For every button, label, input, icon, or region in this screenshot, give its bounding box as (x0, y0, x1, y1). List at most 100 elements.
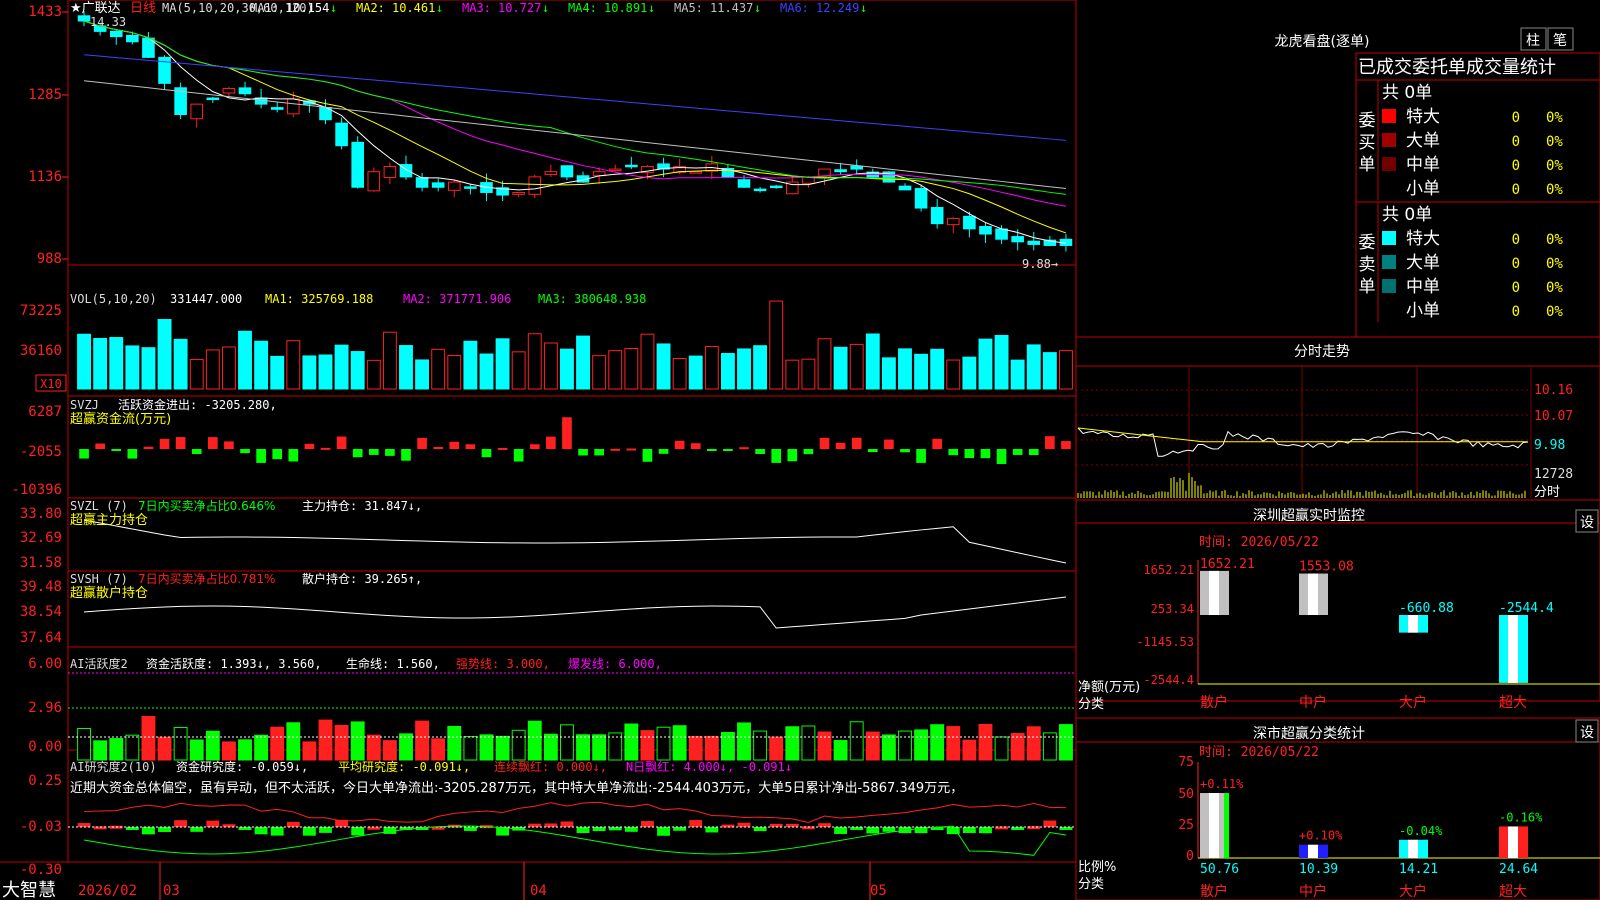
ai-research-bar (528, 823, 542, 827)
svzj-bar (787, 449, 798, 462)
candle-body[interactable] (512, 191, 525, 195)
volume-bar (1059, 350, 1073, 390)
classify-category: 中户 (1299, 883, 1327, 900)
ai-research-bar (979, 827, 992, 834)
volume-bar (382, 331, 397, 390)
candle-body[interactable] (367, 171, 381, 192)
candle-body[interactable] (528, 176, 542, 195)
svsh-hold: 散户持仓: 39.265↑, (302, 571, 422, 586)
svzj-bar (932, 438, 943, 449)
candle-body[interactable] (287, 98, 300, 115)
candle-body[interactable] (1027, 240, 1041, 245)
candle-body[interactable] (383, 165, 397, 179)
candle-body[interactable] (77, 15, 91, 22)
ai-active-bar (543, 733, 558, 761)
svzj-bar (884, 439, 894, 449)
candle-body[interactable] (351, 141, 364, 188)
candle-body[interactable] (190, 103, 204, 120)
candle-body[interactable] (544, 171, 558, 175)
svzj-bar (867, 449, 878, 453)
ai-active-bar (382, 740, 397, 761)
vol-tick: 36160 (20, 343, 62, 359)
candle-body[interactable] (464, 186, 477, 189)
svzj-bar (288, 449, 299, 462)
ai-research-tick: -0.03 (20, 819, 62, 835)
classify-change-label: +0.11% (1200, 777, 1244, 791)
volume-bar (463, 340, 478, 390)
svzj-bar (723, 449, 733, 451)
volume-bar (849, 343, 864, 390)
ai-research-cont: 连续飘红: 0.000↓, (494, 759, 607, 774)
candle-body[interactable] (995, 228, 1008, 240)
ai-active-bar (785, 726, 800, 761)
candle-body[interactable] (608, 168, 622, 172)
candle-body[interactable] (238, 87, 252, 95)
svzj-bar (851, 437, 862, 449)
svzj-bar (320, 447, 331, 450)
candle-body[interactable] (1011, 236, 1024, 243)
svzj-bar (578, 449, 588, 456)
monitor-value-label: -2544.4 (1499, 601, 1554, 616)
candle-body[interactable] (270, 107, 284, 110)
candle-body[interactable] (335, 122, 348, 147)
classify-category: 大户 (1399, 883, 1427, 900)
candle-body[interactable] (979, 226, 992, 235)
brand-logo: 大智慧 (2, 880, 56, 900)
ma-line-1 (83, 20, 1067, 244)
monitor-bar-highlight (1408, 615, 1418, 633)
classify-bar-edge (1523, 826, 1528, 858)
candle-body[interactable] (415, 177, 429, 188)
candle-body[interactable] (625, 164, 638, 168)
sell-side-row-name: 中单 (1406, 277, 1440, 297)
ma-arrow-6: ↓ (860, 1, 867, 15)
ai-research-bar (319, 827, 332, 833)
svzj-bar (739, 447, 749, 450)
classify-change-label: +0.10% (1299, 829, 1343, 843)
sell-side-row-name: 小单 (1406, 301, 1440, 321)
volume-bar (270, 355, 285, 390)
ai-active-bar (769, 736, 784, 761)
ai-research-bar (174, 820, 188, 827)
ai-active-bar (254, 734, 269, 761)
ai-research-bar (158, 827, 171, 832)
ai-active-bar (833, 740, 848, 761)
ma-label-6: MA6: (780, 1, 809, 15)
sell-side-swatch (1382, 255, 1396, 269)
candle-body[interactable] (560, 165, 574, 178)
buy-side-row-name: 中单 (1406, 155, 1440, 175)
volume-bar (350, 351, 365, 390)
volume-bar (447, 354, 462, 390)
ai-research-bar (882, 827, 896, 832)
buy-side-label: 委 (1359, 111, 1376, 131)
candle-body[interactable] (946, 217, 960, 226)
sell-side-swatch (1382, 279, 1396, 293)
svzj-bar (352, 449, 363, 458)
settings-label: 设 (1580, 725, 1594, 741)
ai-active-bar (881, 734, 896, 761)
candle-body[interactable] (914, 188, 928, 209)
volume-bar (238, 330, 252, 390)
candle-body[interactable] (753, 188, 767, 192)
candle-body[interactable] (222, 88, 236, 94)
candle-body[interactable] (447, 181, 461, 191)
candle-body[interactable] (126, 34, 139, 43)
svzj-bar (159, 438, 170, 449)
buy-side-label: 买 (1359, 133, 1376, 153)
candle-body[interactable] (963, 215, 976, 230)
candle-body[interactable] (689, 171, 703, 174)
candle-body[interactable] (431, 182, 445, 188)
classify-value-label: 50.76 (1200, 862, 1239, 877)
ai-active-bar (640, 730, 655, 761)
candle-body[interactable] (769, 185, 783, 189)
candle-body[interactable] (930, 207, 944, 225)
candle-body[interactable] (834, 169, 847, 173)
stock-name: ★广联达 (70, 1, 121, 16)
monitor-category: 大户 (1399, 694, 1427, 711)
svzj-bar (449, 441, 460, 449)
candle-body[interactable] (850, 165, 863, 170)
svzl-tick: 32.69 (20, 530, 62, 546)
candle-body[interactable] (206, 97, 220, 101)
candle-body[interactable] (737, 179, 751, 188)
candle-body[interactable] (109, 30, 123, 38)
candle-body[interactable] (898, 185, 912, 191)
